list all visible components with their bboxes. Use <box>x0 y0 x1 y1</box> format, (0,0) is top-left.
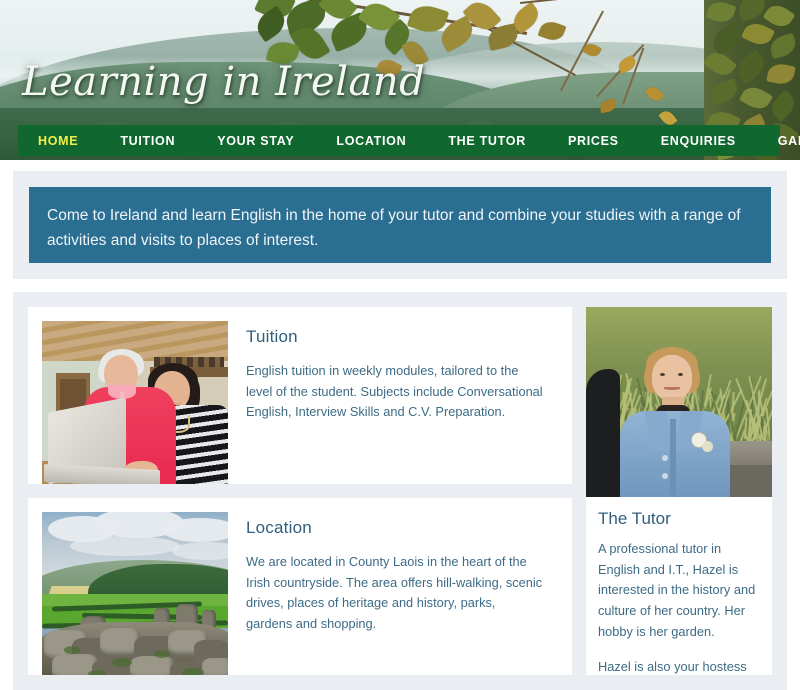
section-text-tuition: English tuition in weekly modules, tailo… <box>246 361 544 423</box>
nav-item-the-tutor[interactable]: THE TUTOR <box>448 134 526 148</box>
section-text-location: We are located in County Laois in the he… <box>246 552 544 635</box>
sidebar-heading: The Tutor <box>598 509 760 529</box>
nav-item-tuition[interactable]: TUITION <box>120 134 175 148</box>
nav-item-home[interactable]: HOME <box>38 134 78 148</box>
intro-banner: Come to Ireland and learn English in the… <box>29 187 771 263</box>
content-panel: Tuition English tuition in weekly module… <box>13 292 787 690</box>
sidebar-paragraph-1: A professional tutor in English and I.T.… <box>598 539 760 643</box>
nav-item-location[interactable]: LOCATION <box>336 134 406 148</box>
tuition-photo <box>42 321 228 484</box>
main-column: Tuition English tuition in weekly module… <box>28 307 572 675</box>
location-photo <box>42 512 228 675</box>
tutor-photo <box>586 307 772 497</box>
site-header: Learning in Ireland HOME TUITION YOUR STAY… <box>0 0 800 160</box>
intro-text: Come to Ireland and learn English in the… <box>47 203 753 253</box>
section-heading-location: Location <box>246 518 544 538</box>
sidebar-the-tutor: The Tutor A professional tutor in Englis… <box>586 307 772 675</box>
nav-item-your-stay[interactable]: YOUR STAY <box>217 134 294 148</box>
intro-panel: Come to Ireland and learn English in the… <box>13 171 787 279</box>
sidebar-paragraph-2: Hazel is also your hostess <box>598 657 760 678</box>
page-body: Come to Ireland and learn English in the… <box>0 160 800 690</box>
section-card-location: Location We are located in County Laois … <box>28 498 572 675</box>
nav-item-gallery[interactable]: GALLERY <box>778 134 800 148</box>
main-navigation[interactable]: HOME TUITION YOUR STAY LOCATION THE TUTOR PRI… <box>18 125 780 156</box>
nav-item-enquiries[interactable]: ENQUIRIES <box>661 134 736 148</box>
section-heading-tuition: Tuition <box>246 327 544 347</box>
site-title: Learning in Ireland <box>22 62 425 102</box>
nav-item-prices[interactable]: PRICES <box>568 134 619 148</box>
section-card-tuition: Tuition English tuition in weekly module… <box>28 307 572 484</box>
